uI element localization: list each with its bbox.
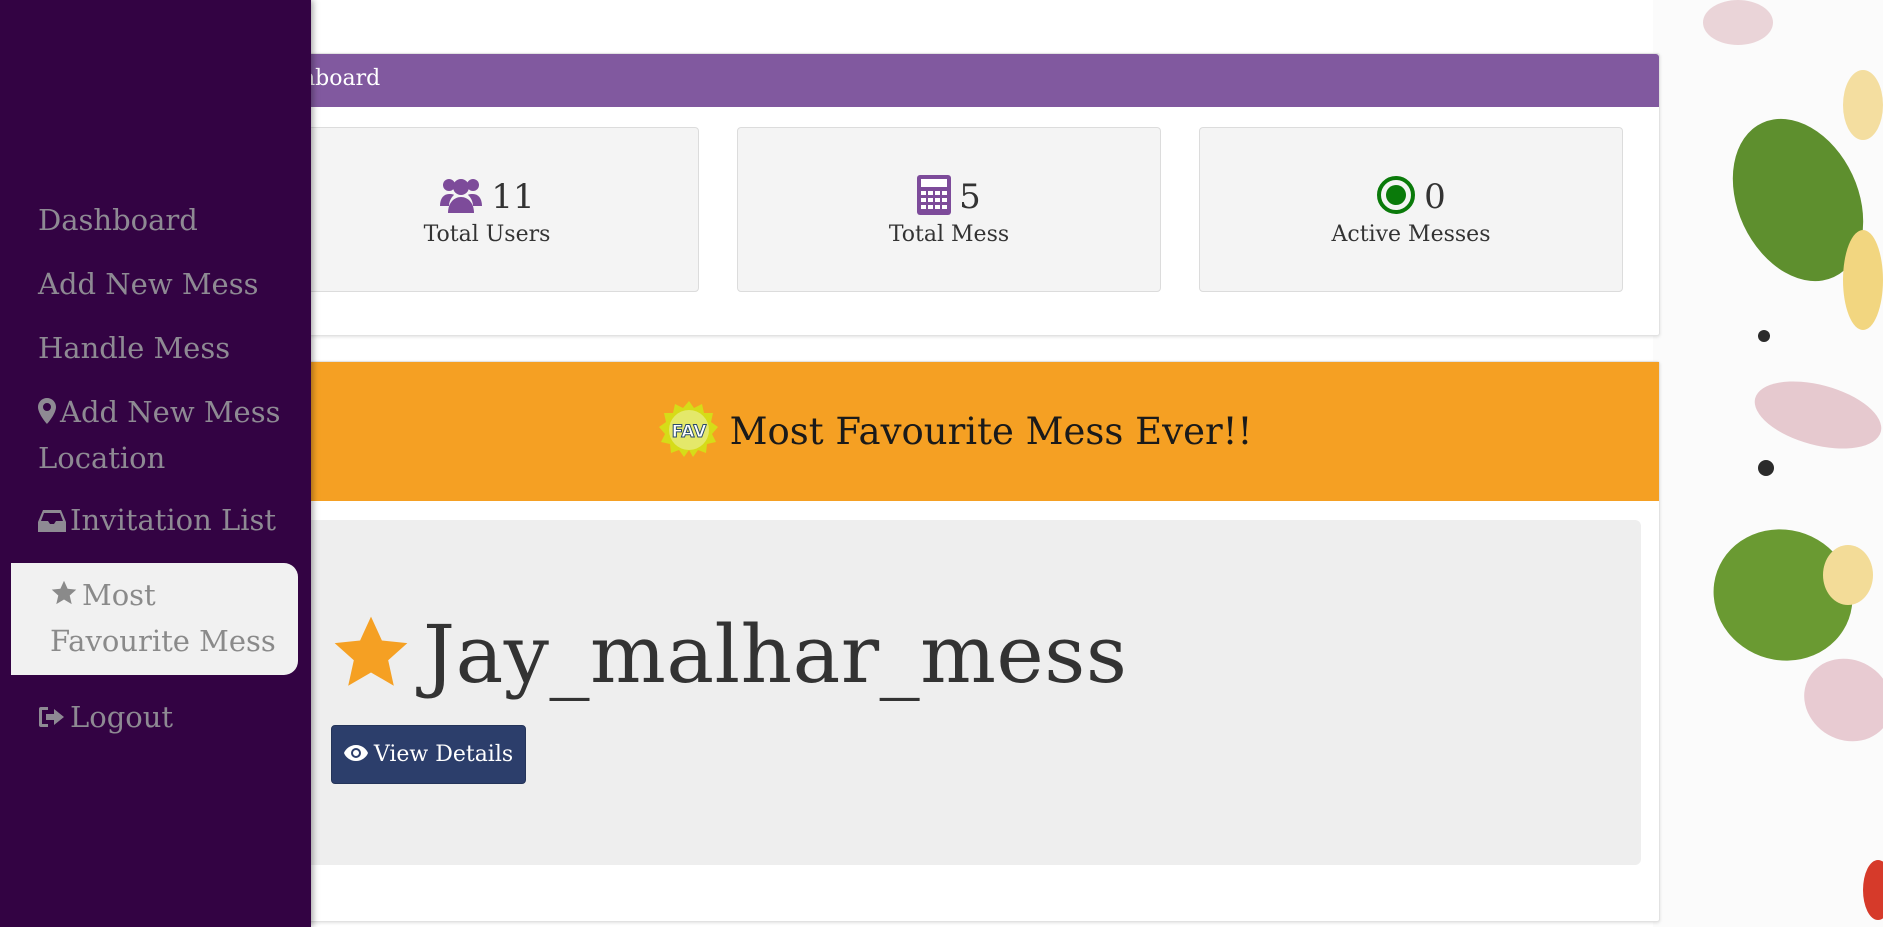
background-food-image bbox=[1653, 0, 1883, 927]
favourite-mess-jumbotron: Jay_malhar_mess View Details bbox=[301, 520, 1641, 865]
stat-active-messes: 0 Active Messes bbox=[1199, 127, 1623, 292]
dashboard-header: nboard bbox=[251, 54, 1659, 107]
map-marker-icon bbox=[38, 392, 56, 436]
sidebar-item-add-new-mess[interactable]: Add New Mess bbox=[38, 262, 298, 306]
sidebar-item-label: Add New Mess bbox=[38, 267, 259, 301]
garlic-decoration bbox=[1747, 369, 1883, 461]
stat-total-users: 11 Total Users bbox=[275, 127, 699, 292]
fav-badge-icon: FAV bbox=[658, 399, 720, 465]
dashboard-card: nboard 11 Total Users 5 Total Mess 0 Act… bbox=[250, 53, 1660, 336]
eye-icon bbox=[343, 742, 368, 767]
star-icon bbox=[331, 615, 411, 695]
pasta-decoration bbox=[1823, 545, 1873, 605]
favourite-mess-name: Jay_malhar_mess bbox=[423, 608, 1128, 701]
sidebar-item-logout[interactable]: Logout bbox=[38, 695, 298, 741]
pasta-decoration bbox=[1843, 70, 1883, 140]
active-dot-icon bbox=[1376, 175, 1416, 219]
sidebar-item-handle-mess[interactable]: Handle Mess bbox=[38, 326, 298, 370]
tomato-decoration bbox=[1863, 860, 1883, 920]
sidebar-item-label: Handle Mess bbox=[38, 331, 231, 365]
sidebar-item-most-favourite-mess[interactable]: Most Favourite Mess bbox=[11, 563, 298, 675]
stat-label: Active Messes bbox=[1331, 222, 1491, 247]
pepper-decoration bbox=[1758, 460, 1774, 476]
users-icon bbox=[439, 176, 483, 218]
calculator-icon bbox=[917, 175, 952, 219]
stat-total-mess: 5 Total Mess bbox=[737, 127, 1161, 292]
favourite-banner-title: Most Favourite Mess Ever!! bbox=[729, 410, 1253, 453]
favourite-mess-card: FAV Most Favourite Mess Ever!! Jay_malha… bbox=[250, 361, 1660, 922]
stat-value: 5 bbox=[959, 177, 981, 217]
view-details-button[interactable]: View Details bbox=[331, 725, 526, 784]
garlic-decoration bbox=[1703, 0, 1773, 45]
sidebar: Dashboard Add New Mess Handle Mess Add N… bbox=[0, 0, 311, 927]
sidebar-item-label: Invitation List bbox=[70, 503, 277, 537]
star-icon bbox=[50, 575, 78, 619]
sidebar-item-dashboard[interactable]: Dashboard bbox=[38, 198, 298, 242]
sidebar-item-label: Add New Mess Location bbox=[38, 395, 281, 475]
stat-label: Total Mess bbox=[888, 222, 1010, 247]
stat-value: 0 bbox=[1424, 177, 1446, 217]
stat-label: Total Users bbox=[423, 222, 551, 247]
sidebar-item-add-new-mess-location[interactable]: Add New Mess Location bbox=[38, 390, 298, 480]
inbox-icon bbox=[38, 500, 66, 544]
sidebar-item-label: Most Favourite Mess bbox=[50, 578, 276, 658]
svg-text:FAV: FAV bbox=[671, 422, 707, 442]
sidebar-item-invitation-list[interactable]: Invitation List bbox=[38, 498, 298, 544]
view-details-label: View Details bbox=[373, 742, 514, 767]
pasta-decoration bbox=[1843, 230, 1883, 330]
favourite-banner: FAV Most Favourite Mess Ever!! bbox=[251, 362, 1659, 501]
stat-value: 11 bbox=[491, 177, 535, 217]
garlic-decoration bbox=[1789, 642, 1883, 758]
pepper-decoration bbox=[1758, 330, 1770, 342]
sidebar-item-label: Dashboard bbox=[38, 203, 198, 237]
sign-out-icon bbox=[38, 697, 66, 741]
sidebar-item-label: Logout bbox=[70, 700, 174, 734]
